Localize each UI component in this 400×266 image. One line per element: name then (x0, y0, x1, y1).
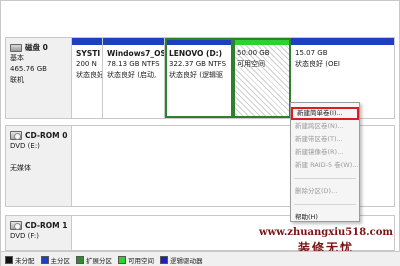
legend-swatch (76, 255, 84, 264)
menu-item-new-spanned-volume[interactable]: 新建跨区卷(N)... (291, 120, 359, 133)
partition-size: 50.00 GB (237, 49, 270, 57)
disk-0-status: 联机 (10, 76, 24, 84)
disk-0-title: 磁盘 0 (25, 43, 48, 52)
partition-size: 322.37 GB NTFS (169, 60, 227, 68)
legend-label: 可用空间 (128, 256, 154, 265)
hard-disk-icon (10, 43, 22, 52)
cdrom-1-info[interactable]: CD-ROM 1 DVD (F:) (6, 216, 72, 250)
partition-status: 状态良好 (启动, (107, 71, 157, 79)
disk-0-info[interactable]: 磁盘 0 基本 465.76 GB 联机 (6, 38, 72, 118)
context-menu: 新建简单卷(I)... 新建跨区卷(N)... 新建带区卷(T)... 新建镜像… (290, 102, 360, 222)
cdrom-1-drive: DVD (F:) (10, 232, 39, 240)
disk-management-panel: 磁盘 0 基本 465.76 GB 联机 SYSTI 200 N 状态良好 Wi… (0, 0, 400, 266)
menu-item-new-striped-volume[interactable]: 新建带区卷(T)... (291, 133, 359, 146)
cdrom-0-media: 无媒体 (10, 164, 31, 172)
partition-size: 78.13 GB NTFS (107, 60, 160, 68)
menu-item-help[interactable]: 帮助(H) (291, 211, 359, 224)
cd-drive-icon (10, 221, 22, 230)
partition-name: Windows7_OS (107, 49, 164, 58)
partition-status: 可用空间 (237, 60, 265, 68)
legend-item-unallocated: 未分配 (5, 255, 35, 265)
partition-system[interactable]: SYSTI 200 N 状态良好 (72, 38, 103, 118)
partition-lenovo-d[interactable]: LENOVO (D:) 322.37 GB NTFS 状态良好 (逻辑驱 (165, 38, 233, 118)
partition-size: 200 N (76, 60, 97, 68)
legend-item-extended: 扩展分区 (76, 255, 112, 265)
watermark-url: www.zhuangxiu518.com (259, 227, 393, 238)
menu-item-new-simple-volume[interactable]: 新建简单卷(I)... (291, 107, 359, 120)
legend-label: 扩展分区 (86, 256, 112, 265)
menu-item-new-raid5-volume[interactable]: 新建 RAID-5 卷(W)... (291, 159, 359, 172)
partition-status: 状态良好 (76, 71, 102, 79)
disk-0-type: 基本 (10, 54, 24, 62)
cdrom-0-title: CD-ROM 0 (25, 131, 68, 140)
legend-label: 主分区 (50, 256, 71, 265)
legend-bar: 未分配 主分区 扩展分区 可用空间 逻辑驱动器 (1, 251, 400, 266)
legend-item-free-space: 可用空间 (118, 255, 154, 265)
legend-swatch (160, 255, 168, 264)
legend-item-logical-drive: 逻辑驱动器 (160, 255, 203, 265)
legend-swatch (118, 255, 126, 264)
partition-windows7-os[interactable]: Windows7_OS 78.13 GB NTFS 状态良好 (启动, (103, 38, 165, 118)
legend-swatch (5, 255, 13, 264)
cdrom-0-info[interactable]: CD-ROM 0 DVD (E:) 无媒体 (6, 126, 72, 206)
disk-0-size: 465.76 GB (10, 65, 47, 73)
menu-separator (294, 178, 356, 179)
legend-item-primary: 主分区 (40, 255, 71, 265)
partition-name: LENOVO (D:) (169, 49, 223, 58)
menu-item-new-mirrored-volume[interactable]: 新建镜像卷(R)... (291, 146, 359, 159)
legend-label: 逻辑驱动器 (170, 256, 203, 265)
cd-drive-icon (10, 131, 22, 140)
legend-swatch (40, 255, 49, 264)
cdrom-1-title: CD-ROM 1 (25, 221, 68, 230)
menu-item-delete-partition[interactable]: 删除分区(D)... (291, 185, 359, 198)
partition-status: 状态良好 (逻辑驱 (169, 71, 223, 79)
partition-free-space[interactable]: 50.00 GB 可用空间 (233, 38, 291, 118)
cdrom-0-drive: DVD (E:) (10, 142, 40, 150)
partition-status: 状态良好 (OEI (295, 60, 340, 68)
menu-separator (294, 204, 356, 205)
partition-name: SYSTI (76, 49, 101, 58)
legend-label: 未分配 (15, 256, 35, 265)
partition-size: 15.07 GB (295, 49, 328, 57)
